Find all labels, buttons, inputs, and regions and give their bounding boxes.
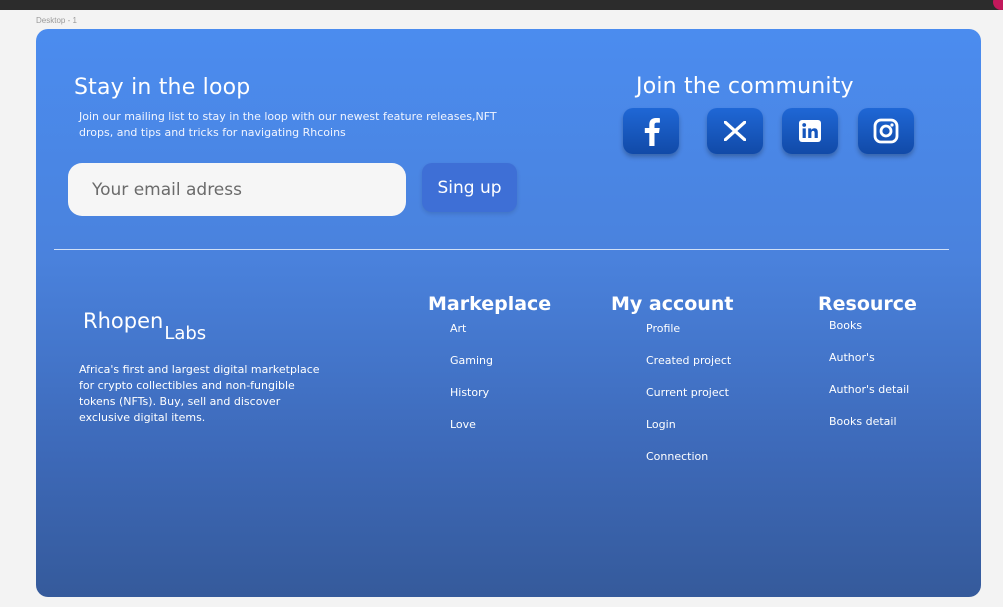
footer-divider — [54, 249, 949, 250]
link-created-project[interactable]: Created project — [646, 354, 731, 386]
newsletter-title: Stay in the loop — [74, 75, 251, 100]
linkedin-icon — [799, 120, 821, 142]
instagram-icon — [873, 118, 899, 144]
x-button[interactable] — [707, 108, 763, 154]
account-title: My account — [611, 293, 734, 315]
link-current-project[interactable]: Current project — [646, 386, 731, 418]
account-links: Profile Created project Current project … — [646, 322, 731, 482]
link-gaming[interactable]: Gaming — [450, 354, 493, 386]
newsletter-description: Join our mailing list to stay in the loo… — [79, 110, 497, 139]
signup-button[interactable]: Sing up — [422, 163, 517, 212]
resource-title: Resource — [818, 293, 917, 315]
brand-description: Africa's first and largest digital marke… — [79, 363, 320, 424]
x-icon — [724, 121, 746, 141]
linkedin-button[interactable] — [782, 108, 838, 154]
app-top-bar — [0, 0, 1003, 10]
link-books-detail[interactable]: Books detail — [829, 415, 909, 447]
brand-sub: Labs — [164, 323, 207, 344]
facebook-button[interactable] — [623, 108, 679, 154]
brand-name: Rhopen — [83, 309, 164, 333]
brand-logo[interactable]: RhopenLabs — [83, 309, 206, 344]
link-author-detail[interactable]: Author's detail — [829, 383, 909, 415]
facebook-icon — [644, 118, 660, 146]
link-profile[interactable]: Profile — [646, 322, 731, 354]
marketplace-links: Art Gaming History Love — [450, 322, 493, 450]
link-login[interactable]: Login — [646, 418, 731, 450]
link-art[interactable]: Art — [450, 322, 493, 354]
community-title: Join the community — [636, 74, 854, 99]
footer-frame: Stay in the loop Join our mailing list t… — [36, 29, 981, 597]
link-books[interactable]: Books — [829, 319, 909, 351]
frame-label[interactable]: Desktop - 1 — [36, 16, 77, 25]
resource-links: Books Author's Author's detail Books det… — [829, 319, 909, 447]
link-authors[interactable]: Author's — [829, 351, 909, 383]
email-input[interactable] — [68, 163, 406, 216]
marketplace-title: Markeplace — [428, 293, 552, 315]
link-connection[interactable]: Connection — [646, 450, 731, 482]
link-love[interactable]: Love — [450, 418, 493, 450]
instagram-button[interactable] — [858, 108, 914, 154]
user-avatar[interactable] — [993, 0, 1003, 10]
link-history[interactable]: History — [450, 386, 493, 418]
